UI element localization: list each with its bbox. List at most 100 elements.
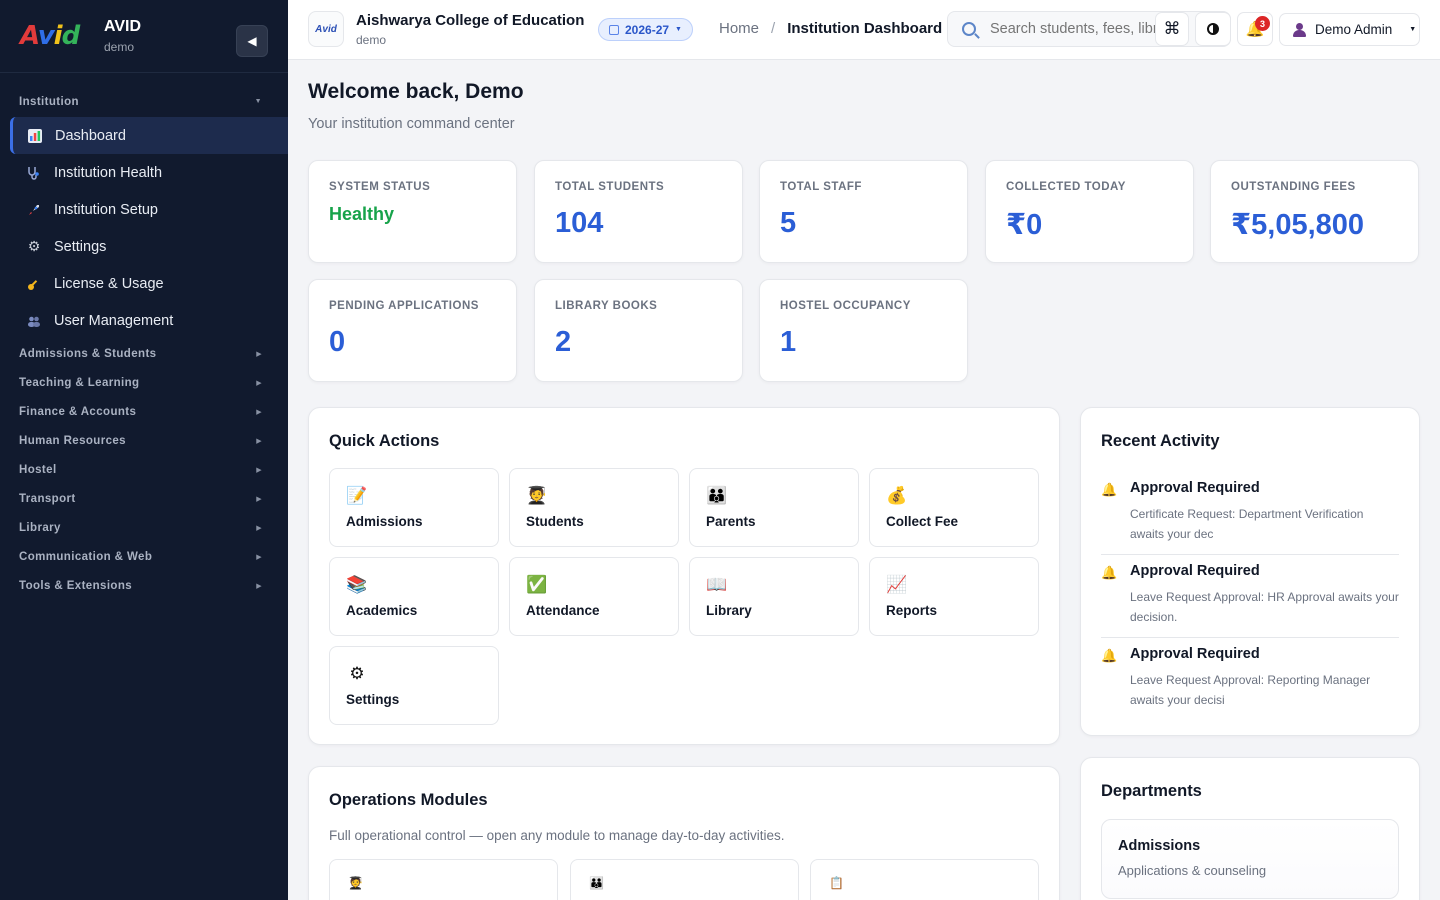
activity-item[interactable]: 🔔 Approval Required Certificate Request: … <box>1101 480 1399 555</box>
search-icon <box>962 22 976 36</box>
quick-action-attendance[interactable]: ✅ Attendance <box>509 557 679 636</box>
activity-item[interactable]: 🔔 Approval Required Leave Request Approva… <box>1101 646 1399 710</box>
quick-action-academics[interactable]: 📚 Academics <box>329 557 499 636</box>
caret-right-icon: ▶ <box>256 466 262 474</box>
nav-group-admissions-students[interactable]: Admissions & Students ▶ <box>0 339 288 368</box>
sidebar-item-institution-health[interactable]: Institution Health <box>0 154 288 191</box>
quick-actions-card: Quick Actions 📝 Admissions 🧑‍🎓 Students … <box>308 407 1060 745</box>
breadcrumb: Home / Institution Dashboard <box>719 20 942 37</box>
quick-action-parents[interactable]: 👪 Parents <box>689 468 859 547</box>
nav-group-label: Communication & Web <box>19 550 153 563</box>
nav-group-finance-accounts[interactable]: Finance & Accounts ▶ <box>0 397 288 426</box>
avid-logo-text: Avid <box>20 21 80 51</box>
nav-group-human-resources[interactable]: Human Resources ▶ <box>0 426 288 455</box>
stat-value: 2 <box>555 326 572 358</box>
stat-value: ₹5,05,800 <box>1231 209 1365 241</box>
sidebar-item-institution-setup[interactable]: Institution Setup <box>0 191 288 228</box>
stat-label: SYSTEM STATUS <box>329 181 431 193</box>
nav-group-label: Hostel <box>19 463 57 476</box>
notification-count-badge: 3 <box>1255 16 1270 31</box>
user-avatar-icon <box>1292 22 1306 37</box>
operations-module-tile[interactable]: 📋 <box>810 859 1039 900</box>
activity-description: Leave Request Approval: Reporting Manage… <box>1130 673 1371 707</box>
user-name: Demo Admin <box>1315 22 1393 37</box>
sidebar-item-label: Settings <box>54 238 107 255</box>
academic-year-selector[interactable]: 2026-27 ▼ <box>598 18 693 41</box>
nav-group-label: Finance & Accounts <box>19 405 137 418</box>
nav-group-transport[interactable]: Transport ▶ <box>0 484 288 513</box>
sidebar-item-settings[interactable]: ⚙ Settings <box>0 228 288 265</box>
stat-card-pending-applications[interactable]: PENDING APPLICATIONS 0 <box>308 279 517 382</box>
departments-title: Departments <box>1101 782 1202 800</box>
caret-down-icon: ▼ <box>675 26 682 33</box>
nav-group-label: Transport <box>19 492 76 505</box>
quick-action-settings[interactable]: ⚙ Settings <box>329 646 499 725</box>
activity-title: Approval Required <box>1130 563 1260 579</box>
family-icon: 👪 <box>706 486 728 505</box>
quick-action-students[interactable]: 🧑‍🎓 Students <box>509 468 679 547</box>
sidebar-item-license-usage[interactable]: License & Usage <box>0 265 288 302</box>
sidebar-item-label: Institution Health <box>54 164 163 181</box>
divider <box>1101 554 1399 555</box>
nav-group-teaching-learning[interactable]: Teaching & Learning ▶ <box>0 368 288 397</box>
nav-group-communication-web[interactable]: Communication & Web ▶ <box>0 542 288 571</box>
quick-action-label: Attendance <box>526 603 600 618</box>
theme-toggle-button[interactable] <box>1195 12 1231 46</box>
nav-group-institution[interactable]: Institution ▼ <box>0 87 288 116</box>
quick-action-library[interactable]: 📖 Library <box>689 557 859 636</box>
quick-action-collect-fee[interactable]: 💰 Collect Fee <box>869 468 1039 547</box>
caret-right-icon: ▶ <box>256 553 262 561</box>
recent-activity-title: Recent Activity <box>1101 432 1220 450</box>
bar-chart-icon <box>27 128 43 144</box>
operations-modules-subtitle: Full operational control — open any modu… <box>329 828 785 843</box>
nav-group-label: Institution <box>19 95 79 108</box>
brand-header: Avid AVID demo ◀ <box>0 0 288 73</box>
quick-action-admissions[interactable]: 📝 Admissions <box>329 468 499 547</box>
collapse-sidebar-button[interactable]: ◀ <box>236 25 268 57</box>
bell-icon: 🔔 <box>1101 482 1118 497</box>
academic-year-value: 2026-27 <box>625 22 670 37</box>
activity-title: Approval Required <box>1130 480 1260 496</box>
caret-down-icon: ▼ <box>254 98 262 105</box>
activity-item[interactable]: 🔔 Approval Required Leave Request Approva… <box>1101 563 1399 638</box>
stat-label: TOTAL STUDENTS <box>555 181 665 193</box>
quick-action-label: Settings <box>346 692 400 707</box>
operations-module-tile[interactable]: 👪 <box>570 859 799 900</box>
nav-group-tools-extensions[interactable]: Tools & Extensions ▶ <box>0 571 288 600</box>
department-item-admissions[interactable]: Admissions Applications & counseling <box>1101 819 1399 899</box>
calendar-icon <box>609 24 619 35</box>
sidebar-item-label: Institution Setup <box>54 201 158 218</box>
gear-icon: ⚙ <box>27 238 41 254</box>
stat-card-outstanding-fees[interactable]: OUTSTANDING FEES ₹5,05,800 <box>1210 160 1419 263</box>
nav-group-hostel[interactable]: Hostel ▶ <box>0 455 288 484</box>
user-menu-button[interactable]: Demo Admin ▼ <box>1279 13 1420 46</box>
breadcrumb-home-link[interactable]: Home <box>719 20 759 37</box>
nav-group-label: Tools & Extensions <box>19 579 133 592</box>
stat-card-library-books[interactable]: LIBRARY BOOKS 2 <box>534 279 743 382</box>
notifications-button[interactable]: 🔔 3 <box>1237 12 1273 46</box>
student-icon: 🧑‍🎓 <box>526 486 548 505</box>
operations-modules-card: Operations Modules Full operational cont… <box>308 766 1060 900</box>
quick-action-label: Parents <box>706 514 756 529</box>
stat-card-total-students[interactable]: TOTAL STUDENTS 104 <box>534 160 743 263</box>
nav-group-library[interactable]: Library ▶ <box>0 513 288 542</box>
operations-module-tile[interactable]: 🧑‍🎓 <box>329 859 558 900</box>
stat-card-hostel-occupancy[interactable]: HOSTEL OCCUPANCY 1 <box>759 279 968 382</box>
caret-left-icon: ◀ <box>247 34 257 48</box>
stat-card-collected-today[interactable]: COLLECTED TODAY ₹0 <box>985 160 1194 263</box>
command-palette-button[interactable]: ⌘ <box>1155 12 1189 46</box>
sidebar-nav: Institution ▼ Dashboard Institution Heal… <box>0 73 288 600</box>
quick-action-reports[interactable]: 📈 Reports <box>869 557 1039 636</box>
stat-card-system-status[interactable]: SYSTEM STATUS Healthy <box>308 160 517 263</box>
departments-card: Departments Admissions Applications & co… <box>1080 757 1420 900</box>
activity-title: Approval Required <box>1130 646 1260 662</box>
stat-card-total-staff[interactable]: TOTAL STAFF 5 <box>759 160 968 263</box>
search-input[interactable] <box>990 21 1170 37</box>
sidebar-item-dashboard[interactable]: Dashboard <box>10 117 288 154</box>
sidebar-item-label: User Management <box>54 312 174 329</box>
nav-group-label: Teaching & Learning <box>19 376 140 389</box>
divider <box>1101 637 1399 638</box>
sidebar-item-user-management[interactable]: User Management <box>0 302 288 339</box>
department-name: Admissions <box>1118 838 1201 854</box>
quick-action-label: Academics <box>346 603 418 618</box>
